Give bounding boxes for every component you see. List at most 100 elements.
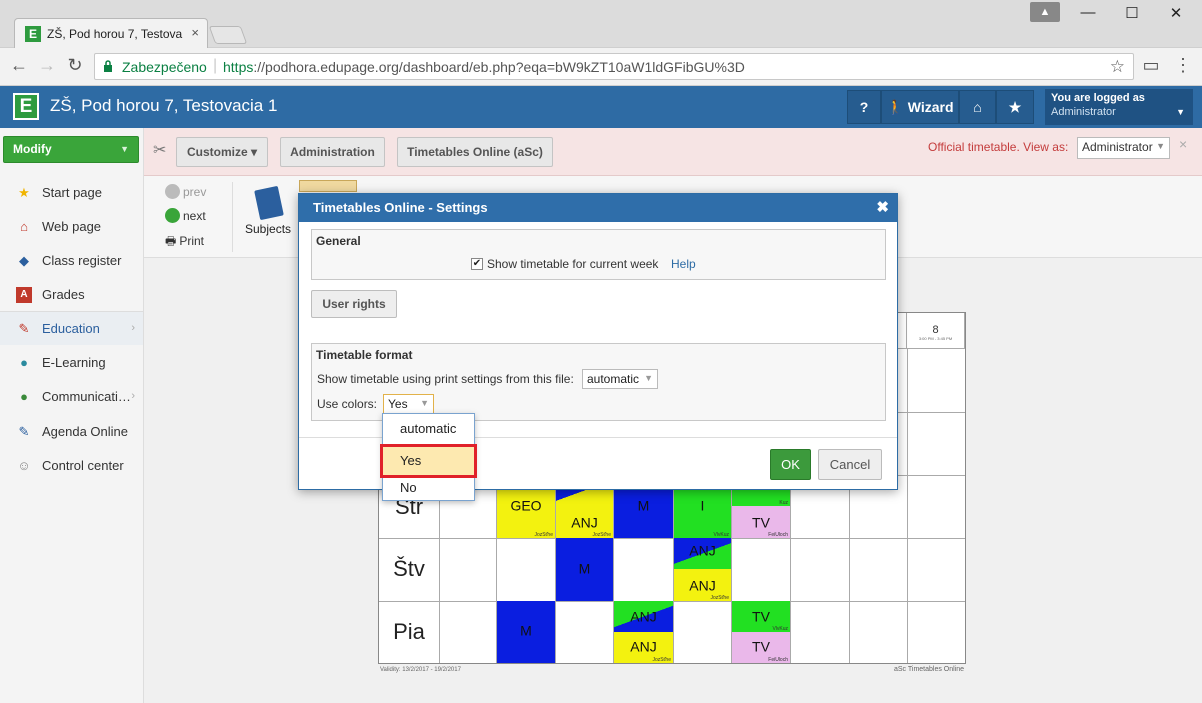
timetable-format-section: Timetable format Show timetable using pr… xyxy=(311,343,886,421)
lesson-tv-top[interactable]: TV VlvKuz xyxy=(732,601,790,632)
star-icon: ★ xyxy=(1008,99,1022,115)
print-settings-select[interactable]: automatic ▼ xyxy=(582,369,658,389)
asc-brand-note: aSc Timetables Online xyxy=(894,666,965,673)
prev-button[interactable]: prev xyxy=(165,184,206,199)
sidebar-item-education[interactable]: ✎ Education › xyxy=(0,312,143,345)
browser-titlebar: E ZŠ, Pod horou 7, Testova × ▲ — ☐ ✕ xyxy=(0,0,1202,48)
sidebar-item-grades[interactable]: A Grades xyxy=(0,278,143,311)
customize-button[interactable]: Customize ▾ xyxy=(176,137,268,167)
teachers-tab-icon[interactable] xyxy=(299,180,357,192)
lesson-anj-group1[interactable]: ANJ xyxy=(674,538,731,569)
next-icon xyxy=(165,208,180,223)
user-rights-button[interactable]: User rights xyxy=(311,290,397,318)
close-icon[interactable]: ✖ xyxy=(876,194,889,222)
lesson-anj-group1[interactable]: ANJ xyxy=(614,601,673,632)
lock-icon xyxy=(104,60,112,72)
web-icon: ⌂ xyxy=(20,219,28,234)
sidebar-item-agenda-online[interactable]: ✎ Agenda Online xyxy=(0,415,143,448)
class-register-icon: ◆ xyxy=(19,253,29,268)
general-title: General xyxy=(316,234,361,248)
format-title: Timetable format xyxy=(316,348,413,362)
show-current-week-checkbox[interactable]: ✔ xyxy=(471,258,483,270)
star-icon: ★ xyxy=(18,185,30,200)
option-no[interactable]: No xyxy=(383,476,474,500)
lesson-m[interactable]: M xyxy=(497,601,555,663)
walk-icon: 🚶 xyxy=(886,99,904,115)
chevron-down-icon: ▼ xyxy=(1156,141,1165,151)
chevron-down-icon: ▼ xyxy=(120,144,129,154)
sidebar-item-start-page[interactable]: ★ Start page xyxy=(0,176,143,209)
subjects-button[interactable]: Subjects xyxy=(245,222,291,236)
print-settings-label: Show timetable using print settings from… xyxy=(317,372,574,386)
cancel-button[interactable]: Cancel xyxy=(818,449,882,480)
lesson-m[interactable]: M xyxy=(556,538,613,601)
chevron-down-icon: ▼ xyxy=(644,373,653,383)
chevron-right-icon: › xyxy=(131,322,135,334)
help-button[interactable]: ? xyxy=(847,90,881,124)
reload-icon[interactable]: ↻ xyxy=(64,55,86,76)
help-link[interactable]: Help xyxy=(671,257,696,271)
view-as-select[interactable]: Administrator ▼ xyxy=(1077,137,1170,159)
maximize-button[interactable]: ☐ xyxy=(1112,4,1152,22)
edupage-favicon: E xyxy=(25,26,41,42)
edupage-logo[interactable]: E xyxy=(13,93,39,120)
app-header: E ZŠ, Pod horou 7, Testovacia 1 ? 🚶 Wiza… xyxy=(0,86,1202,128)
lesson-tv-bottom[interactable]: TV FeiUloch xyxy=(732,632,790,663)
forward-icon[interactable]: → xyxy=(36,55,58,76)
adminbar-close-icon[interactable]: × xyxy=(1179,136,1187,152)
sidebar-item-class-register[interactable]: ◆ Class register xyxy=(0,244,143,277)
lesson-anj-group2[interactable]: ANJ JozSťhe xyxy=(674,569,731,601)
home-button[interactable]: ⌂ xyxy=(959,90,996,124)
favorites-button[interactable]: ★ xyxy=(996,90,1034,124)
dialog-title: Timetables Online - Settings xyxy=(313,200,488,215)
ok-button[interactable]: OK xyxy=(770,449,811,480)
close-window-button[interactable]: ✕ xyxy=(1156,4,1196,22)
timetables-online-button[interactable]: Timetables Online (aSc) xyxy=(397,137,553,167)
administration-button[interactable]: Administration xyxy=(280,137,385,167)
next-button[interactable]: next xyxy=(165,208,206,223)
logged-label: You are logged as xyxy=(1051,92,1145,104)
browser-toolbar: ← → ↻ Zabezpečeno | https://podhora.edup… xyxy=(0,48,1202,86)
chevron-down-icon: ▼ xyxy=(420,398,429,408)
option-automatic[interactable]: automatic xyxy=(383,417,474,441)
option-yes[interactable]: Yes xyxy=(380,444,477,478)
lesson-anj-group2[interactable]: ANJ JozSťhe xyxy=(614,632,673,663)
bookmark-star-icon[interactable]: ☆ xyxy=(1110,57,1125,77)
new-tab-button[interactable] xyxy=(208,26,248,44)
dialog-header: Timetables Online - Settings ✖ xyxy=(299,194,897,222)
browser-tab[interactable]: E ZŠ, Pod horou 7, Testova × xyxy=(14,18,208,48)
user-menu[interactable]: You are logged as Administrator ▼ xyxy=(1045,89,1193,125)
back-icon[interactable]: ← xyxy=(8,55,30,76)
period-header-8: 8 3:00 PM - 3:45 PM xyxy=(907,313,965,349)
subjects-book-icon xyxy=(254,185,284,221)
modify-button[interactable]: Modify ▼ xyxy=(3,136,139,163)
wizard-button[interactable]: 🚶 Wizard xyxy=(881,90,959,124)
use-colors-label: Use colors: xyxy=(317,397,378,411)
sidebar: Modify ▼ ★ Start page ⌂ Web page ◆ Class reg… xyxy=(0,128,144,703)
lesson-tv-bottom[interactable]: TV FeiUloch xyxy=(732,506,790,538)
tab-close-icon[interactable]: × xyxy=(191,25,199,40)
sidebar-item-control-center[interactable]: ☺ Control center xyxy=(0,449,143,482)
tools-icon: ✂ xyxy=(153,142,167,159)
minimize-button[interactable]: — xyxy=(1068,4,1108,21)
sidebar-item-web-page[interactable]: ⌂ Web page xyxy=(0,210,143,243)
home-icon: ⌂ xyxy=(973,99,982,115)
agenda-icon: ✎ xyxy=(18,424,30,439)
menu-icon[interactable]: ⋮ xyxy=(1172,55,1194,76)
sidebar-item-communication[interactable]: ● Communicati… › xyxy=(0,380,143,413)
sidebar-item-elearning[interactable]: ● E-Learning xyxy=(0,346,143,379)
logged-user: Administrator xyxy=(1051,106,1116,118)
profile-icon[interactable]: ▲ xyxy=(1030,2,1060,22)
day-label-thu: Štv xyxy=(393,556,425,581)
use-colors-dropdown: automatic Yes No xyxy=(380,413,477,501)
cast-icon[interactable]: ▭ xyxy=(1140,55,1162,76)
school-title: ZŠ, Pod horou 7, Testovacia 1 xyxy=(50,96,278,115)
address-bar[interactable]: Zabezpečeno | https://podhora.edupage.or… xyxy=(94,53,1134,80)
lesson-anj-group2[interactable]: ANJ JozSťhe xyxy=(556,506,613,538)
chevron-right-icon: › xyxy=(131,390,135,402)
print-button[interactable]: 🖶 Print xyxy=(165,232,204,253)
day-label-fri: Pia xyxy=(393,619,425,644)
url-text: https://podhora.edupage.org/dashboard/eb… xyxy=(223,59,745,75)
validity-note: Validity: 13/2/2017 - 19/2/2017 xyxy=(380,667,461,673)
use-colors-select[interactable]: Yes ▼ xyxy=(383,394,434,414)
